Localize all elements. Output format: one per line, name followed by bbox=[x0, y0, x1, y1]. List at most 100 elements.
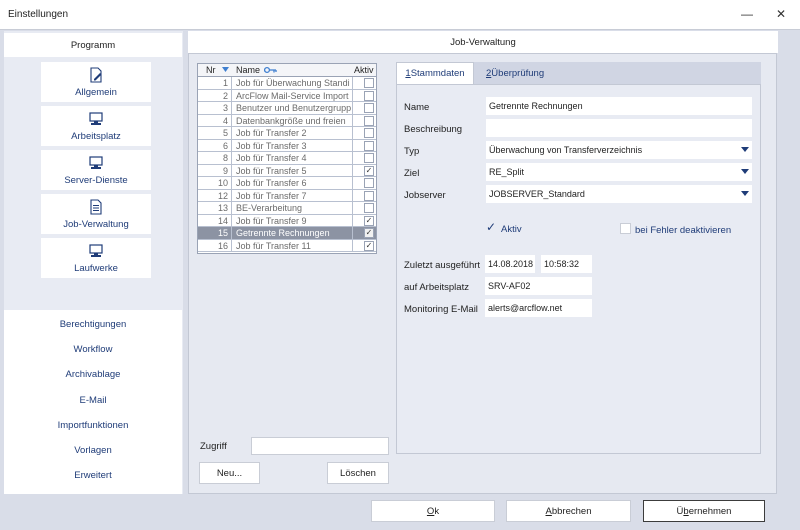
last-run-time-field[interactable]: 10:58:32 bbox=[541, 255, 592, 273]
cancel-button[interactable]: Abbrechen bbox=[506, 500, 631, 522]
ok-button[interactable]: Ok bbox=[371, 500, 495, 522]
name-input[interactable]: Getrennte Rechnungen bbox=[486, 97, 752, 115]
table-row[interactable]: 15 Getrennte Rechnungen ✓ bbox=[198, 227, 376, 240]
sidebar-tile-job-verwaltung[interactable]: Job-Verwaltung bbox=[41, 194, 151, 234]
row-name: Job für Überwachung Standi bbox=[233, 77, 353, 89]
disable-on-error-checkbox[interactable] bbox=[620, 223, 631, 234]
row-nr: 12 bbox=[198, 189, 232, 202]
column-header-name[interactable]: Name bbox=[236, 64, 260, 76]
sidebar-tile-arbeitsplatz[interactable]: Arbeitsplatz bbox=[41, 106, 151, 146]
table-row[interactable]: 1 Job für Überwachung Standi bbox=[198, 77, 376, 90]
row-name: Job für Transfer 2 bbox=[233, 127, 353, 139]
row-nr: 6 bbox=[198, 139, 232, 152]
row-active-checkbox[interactable] bbox=[364, 115, 374, 126]
row-active-checkbox[interactable] bbox=[364, 203, 374, 213]
sidebar-link-importfunktionen[interactable]: Importfunktionen bbox=[4, 420, 182, 431]
sidebar-tile-label: Laufwerke bbox=[74, 263, 118, 274]
sidebar-link-erweitert[interactable]: Erweitert bbox=[4, 470, 182, 481]
workstation-label: auf Arbeitsplatz bbox=[404, 282, 469, 293]
target-label: Ziel bbox=[404, 168, 420, 179]
row-active-checkbox[interactable] bbox=[364, 78, 374, 88]
table-row[interactable]: 6 Job für Transfer 3 bbox=[198, 139, 376, 152]
row-nr: 15 bbox=[198, 227, 232, 239]
description-input[interactable] bbox=[486, 119, 752, 137]
row-name: Job für Transfer 9 bbox=[233, 214, 353, 227]
active-label: Aktiv bbox=[501, 224, 522, 235]
row-name: Job für Transfer 7 bbox=[233, 189, 353, 202]
target-select[interactable]: RE_Split bbox=[486, 163, 752, 181]
table-row[interactable]: 8 Job für Transfer 4 bbox=[198, 152, 376, 165]
jobserver-select-value: JOBSERVER_Standard bbox=[489, 189, 585, 199]
sidebar-tile-label: Job-Verwaltung bbox=[63, 219, 129, 230]
tab-stammdaten[interactable]: 1 Stammdaten bbox=[396, 62, 474, 84]
workstation-field[interactable]: SRV-AF02 bbox=[485, 277, 592, 295]
row-active-checkbox[interactable] bbox=[364, 128, 374, 138]
table-row[interactable]: 5 Job für Transfer 2 bbox=[198, 127, 376, 140]
tab-ueberpruefung[interactable]: 2 Überprüfung bbox=[474, 62, 761, 84]
type-select[interactable]: Überwachung von Transferverzeichnis bbox=[486, 141, 752, 159]
table-row[interactable]: 12 Job für Transfer 7 bbox=[198, 189, 376, 202]
sidebar-tile-server-dienste[interactable]: Server-Dienste bbox=[41, 150, 151, 190]
table-row[interactable]: 10 Job für Transfer 6 bbox=[198, 177, 376, 190]
sidebar-tile-allgemein[interactable]: Allgemein bbox=[41, 62, 151, 102]
row-name: ArcFlow Mail-Service Import bbox=[233, 89, 353, 102]
row-name: BE-Verarbeitung bbox=[233, 202, 353, 214]
type-select-value: Überwachung von Transferverzeichnis bbox=[489, 145, 643, 155]
row-nr: 4 bbox=[198, 114, 232, 127]
job-grid[interactable]: Nr Name Aktiv 1 Job für Überwachung Stand… bbox=[197, 63, 377, 254]
sidebar-link-email[interactable]: E-Mail bbox=[4, 395, 182, 406]
jobserver-label: Jobserver bbox=[404, 190, 446, 201]
sidebar-links: Berechtigungen Workflow Archivablage E-M… bbox=[4, 310, 182, 494]
new-job-button[interactable]: Neu... bbox=[199, 462, 260, 484]
table-row[interactable]: 2 ArcFlow Mail-Service Import bbox=[198, 89, 376, 102]
row-nr: 5 bbox=[198, 127, 232, 139]
apply-button[interactable]: Üb ernehmen bbox=[643, 500, 765, 522]
ok-button-key: O bbox=[426, 505, 435, 517]
active-checkbox[interactable]: ✓ bbox=[486, 221, 496, 233]
last-run-date-field[interactable]: 14.08.2018 bbox=[485, 255, 535, 273]
apply-button-label: ernehmen bbox=[688, 505, 732, 517]
sidebar-link-vorlagen[interactable]: Vorlagen bbox=[4, 445, 182, 456]
disable-on-error-label: bei Fehler deaktivieren bbox=[635, 225, 732, 236]
jobserver-select[interactable]: JOBSERVER_Standard bbox=[486, 185, 752, 203]
delete-job-button[interactable]: Löschen bbox=[327, 462, 389, 484]
sidebar-tile-label: Allgemein bbox=[75, 87, 117, 98]
column-header-aktiv[interactable]: Aktiv bbox=[354, 64, 374, 76]
row-nr: 16 bbox=[198, 239, 232, 252]
row-active-checkbox[interactable]: ✓ bbox=[364, 165, 374, 176]
zugriff-input[interactable] bbox=[251, 437, 389, 455]
column-header-nr[interactable]: Nr bbox=[206, 64, 216, 76]
close-button[interactable]: ✕ bbox=[768, 4, 794, 24]
sidebar-header[interactable]: Programm bbox=[4, 33, 182, 57]
sidebar-link-berechtigungen[interactable]: Berechtigungen bbox=[4, 319, 182, 330]
row-active-checkbox[interactable] bbox=[364, 153, 374, 163]
table-row[interactable]: 14 Job für Transfer 9 ✓ bbox=[198, 214, 376, 227]
table-row[interactable]: 4 Datenbankgröße und freien bbox=[198, 114, 376, 127]
row-active-checkbox[interactable] bbox=[364, 190, 374, 201]
email-field[interactable]: alerts@arcflow.net bbox=[485, 299, 592, 317]
sidebar-link-archivablage[interactable]: Archivablage bbox=[4, 369, 182, 380]
table-row[interactable]: 16 Job für Transfer 11 ✓ bbox=[198, 239, 376, 252]
row-active-checkbox[interactable]: ✓ bbox=[364, 228, 374, 238]
table-row[interactable]: 3 Benutzer und Benutzergrupp bbox=[198, 102, 376, 115]
section-header: Job-Verwaltung bbox=[188, 31, 778, 53]
row-active-checkbox[interactable] bbox=[364, 90, 374, 101]
sidebar-tile-label: Server-Dienste bbox=[64, 175, 128, 186]
sort-arrow-icon bbox=[222, 67, 229, 72]
table-row[interactable]: 9 Job für Transfer 5 ✓ bbox=[198, 164, 376, 177]
row-active-checkbox[interactable] bbox=[364, 178, 374, 188]
computer-icon bbox=[89, 112, 103, 125]
row-active-checkbox[interactable] bbox=[364, 103, 374, 113]
row-nr: 8 bbox=[198, 152, 232, 164]
table-row[interactable]: 13 BE-Verarbeitung bbox=[198, 202, 376, 215]
sidebar-link-workflow[interactable]: Workflow bbox=[4, 344, 182, 355]
sidebar-tile-laufwerke[interactable]: Laufwerke bbox=[41, 238, 151, 278]
section-title: Job-Verwaltung bbox=[450, 36, 516, 48]
row-name: Datenbankgröße und freien bbox=[233, 114, 353, 127]
row-active-checkbox[interactable]: ✓ bbox=[364, 215, 374, 226]
computer-icon bbox=[89, 156, 103, 169]
row-active-checkbox[interactable] bbox=[364, 140, 374, 151]
minimize-button[interactable]: — bbox=[734, 4, 760, 24]
title-bar: Einstellungen — ✕ bbox=[0, 0, 800, 30]
row-active-checkbox[interactable]: ✓ bbox=[364, 240, 374, 251]
